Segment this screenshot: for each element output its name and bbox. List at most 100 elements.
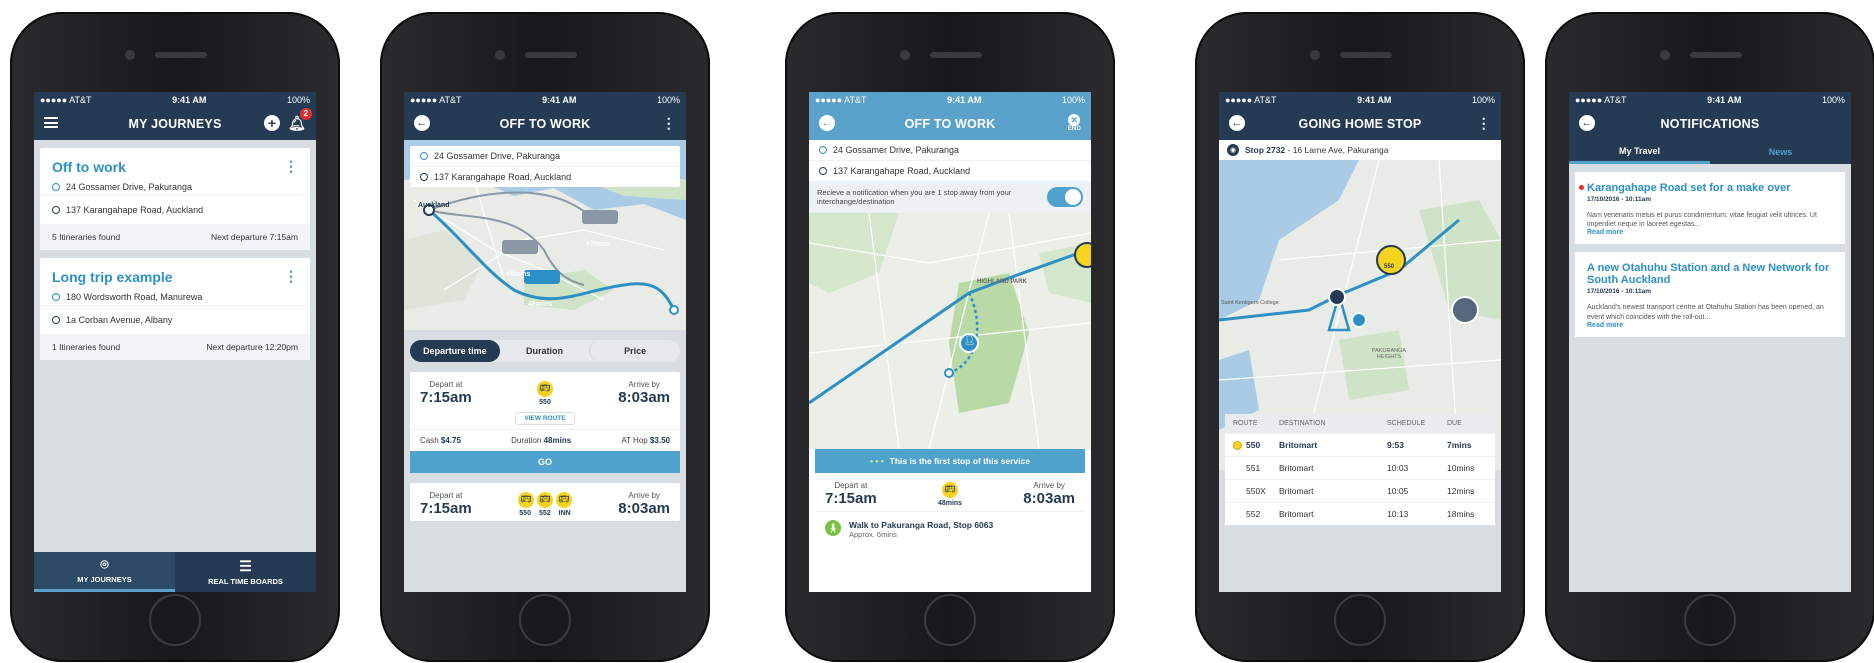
table-row[interactable]: 550 Britomart 9:53 7mins bbox=[1225, 433, 1495, 456]
destination-icon bbox=[52, 206, 60, 214]
camera bbox=[1660, 50, 1670, 60]
route-cell: 551 bbox=[1246, 463, 1261, 473]
notification-item[interactable]: A new Otahuhu Station and a New Network … bbox=[1575, 252, 1845, 337]
back-arrow-icon[interactable]: ← bbox=[1579, 115, 1595, 131]
speaker bbox=[525, 52, 577, 58]
go-button[interactable]: GO bbox=[410, 451, 680, 473]
more-options-icon[interactable]: ⋮ bbox=[284, 268, 298, 285]
more-options-icon[interactable]: ⋮ bbox=[662, 116, 676, 130]
tab-label: REAL TIME BOARDS bbox=[208, 576, 283, 586]
add-journey-icon[interactable]: + bbox=[264, 115, 281, 131]
bus-icon: 🚌︎ bbox=[942, 481, 958, 498]
app-header: ← OFF TO WORK ✕ END bbox=[809, 107, 1091, 140]
itinerary-card[interactable]: Depart at 7:15am 🚌︎ 550 Arrive by 8:03am VI… bbox=[410, 372, 680, 473]
menu-button[interactable] bbox=[44, 115, 60, 131]
journey-from: 24 Gossamer Drive, Pakuranga bbox=[66, 182, 193, 192]
live-bus-icon bbox=[1233, 440, 1242, 450]
price-bar: Cash $4.75 Duration 48mins AT Hop $3.50 bbox=[410, 429, 680, 451]
page-title: NOTIFICATIONS bbox=[1660, 116, 1760, 131]
read-more-link[interactable]: Read more bbox=[1587, 229, 1835, 236]
live-map-svg bbox=[809, 213, 1091, 449]
bus-stop-icon: ◉ bbox=[1227, 144, 1239, 156]
map-place-label: Saint Kentigern College bbox=[1221, 300, 1279, 306]
destination-icon bbox=[52, 316, 60, 324]
tab-real-time-boards[interactable]: ☰ REAL TIME BOARDS bbox=[175, 552, 316, 592]
home-button[interactable] bbox=[1334, 594, 1386, 646]
journey-card[interactable]: Off to work ⋮ 24 Gossamer Drive, Pakurang… bbox=[40, 148, 310, 250]
depart-label: Depart at bbox=[834, 481, 868, 490]
battery: 100% bbox=[286, 94, 310, 105]
tab-my-travel[interactable]: My Travel bbox=[1569, 140, 1710, 164]
tab-news[interactable]: News bbox=[1710, 140, 1851, 164]
home-button[interactable] bbox=[1684, 594, 1736, 646]
itinerary-card[interactable]: Depart at 7:15am 🚌︎ 🚌︎ 🚌︎ 550 552 INN Arrive … bbox=[410, 483, 680, 521]
back-arrow-icon[interactable]: ← bbox=[414, 115, 430, 131]
tab-label: MY JOURNEYS bbox=[77, 575, 132, 584]
list-icon: ☰ bbox=[239, 557, 252, 574]
bell-icon[interactable]: 🔔︎ 2 bbox=[288, 108, 312, 130]
carrier: ●●●●● AT&T bbox=[410, 94, 462, 105]
speaker bbox=[1340, 52, 1392, 58]
sort-segmented-control: Departure time Duration Price bbox=[410, 340, 680, 362]
cash-value: $4.75 bbox=[440, 436, 461, 445]
origin-text: 24 Gossamer Drive, Pakuranga bbox=[833, 145, 960, 155]
read-more-link[interactable]: Read more bbox=[1587, 322, 1835, 329]
carrier: ●●●●● AT&T bbox=[1225, 94, 1277, 105]
column-header: ROUTE bbox=[1233, 420, 1258, 427]
home-button[interactable] bbox=[924, 594, 976, 646]
map-pin-icon: ⌾ bbox=[100, 556, 109, 572]
more-options-icon[interactable]: ⋮ bbox=[284, 158, 298, 175]
tab-my-journeys[interactable]: ⌾ MY JOURNEYS bbox=[34, 552, 175, 592]
notify-toggle[interactable] bbox=[1047, 187, 1083, 207]
route-map[interactable]: 24 Gossamer Drive, Pakuranga 137 Karanga… bbox=[404, 140, 686, 330]
bus-icon: 🚌︎ bbox=[537, 380, 553, 397]
table-row[interactable]: 552 Britomart 10:13 18mins bbox=[1225, 502, 1495, 525]
sort-departure-time[interactable]: Departure time bbox=[410, 340, 500, 362]
home-button[interactable] bbox=[149, 594, 201, 646]
walk-step[interactable]: 🚶︎ Walk to Pakuranga Road, Stop 6063 Appr… bbox=[815, 511, 1085, 547]
home-button[interactable] bbox=[519, 594, 571, 646]
route-addresses: 24 Gossamer Drive, Pakuranga 137 Karanga… bbox=[809, 140, 1091, 181]
notification-item[interactable]: Karangahape Road set for a make over 17/… bbox=[1575, 172, 1845, 245]
itineraries-count: 5 Itineraries found bbox=[52, 232, 121, 242]
table-row[interactable]: 550X Britomart 10:05 12mins bbox=[1225, 479, 1495, 502]
carrier: ●●●●● AT&T bbox=[1575, 94, 1627, 105]
sort-duration[interactable]: Duration bbox=[500, 340, 590, 362]
view-route-button[interactable]: VIEW ROUTE bbox=[515, 412, 575, 425]
route-cell: 550 bbox=[1246, 440, 1261, 450]
map-area-label: HIGHLAND PARK bbox=[977, 279, 1027, 285]
phone-my-journeys: ●●●●● AT&T 9:41 AM 100% MY JOURNEYS + 🔔︎… bbox=[10, 12, 340, 662]
sort-price[interactable]: Price bbox=[589, 340, 680, 362]
more-options-icon[interactable]: ⋮ bbox=[1477, 116, 1491, 130]
depart-label: Depart at bbox=[429, 491, 463, 500]
app-header: ← OFF TO WORK ⋮ bbox=[404, 107, 686, 140]
destination-cell: Britomart bbox=[1279, 486, 1314, 496]
back-arrow-icon[interactable]: ← bbox=[819, 115, 835, 131]
notification-date: 17/10/2016 - 10:11am bbox=[1587, 288, 1651, 296]
athop-label: AT Hop bbox=[621, 436, 648, 445]
notification-body: Nam venenatis metus et purus condimentum… bbox=[1587, 212, 1817, 229]
app-header: ← NOTIFICATIONS bbox=[1569, 107, 1851, 140]
schedule-cell: 10:03 bbox=[1387, 463, 1409, 473]
first-stop-text: This is the first stop of this service bbox=[889, 456, 1030, 466]
page-title: OFF TO WORK bbox=[904, 116, 996, 131]
battery: 100% bbox=[656, 94, 680, 105]
back-arrow-icon[interactable]: ← bbox=[1229, 115, 1245, 131]
status-bar: ●●●●● AT&T 9:41 AM 100% bbox=[1569, 92, 1851, 107]
bus-icon: 🚌︎ bbox=[537, 491, 553, 508]
table-row[interactable]: 551 Britomart 10:03 10mins bbox=[1225, 456, 1495, 479]
destination-cell: Britomart bbox=[1279, 509, 1314, 519]
route-number: 550 bbox=[519, 509, 531, 517]
end-trip-button[interactable]: ✕ END bbox=[1068, 114, 1081, 132]
duration-value: 48mins bbox=[543, 436, 572, 445]
battery: 100% bbox=[1061, 94, 1085, 105]
destination-cell: Britomart bbox=[1279, 463, 1314, 473]
bus-icon: 🚌︎ bbox=[518, 491, 534, 508]
column-header: SCHEDULE bbox=[1387, 420, 1426, 427]
live-map[interactable]: HIGHLAND PARK 👤︎ bbox=[809, 213, 1091, 449]
stop-info-bar: ◉ Stop 2732 - 16 Larne Ave, Pakuranga bbox=[1219, 140, 1501, 160]
mockup-stage: ●●●●● AT&T 9:41 AM 100% MY JOURNEYS + 🔔︎… bbox=[0, 0, 1874, 663]
journey-card[interactable]: Long trip example ⋮ 180 Wordsworth Road, … bbox=[40, 258, 310, 360]
trip-duration: 48mins bbox=[937, 499, 963, 507]
battery: 100% bbox=[1821, 94, 1845, 105]
